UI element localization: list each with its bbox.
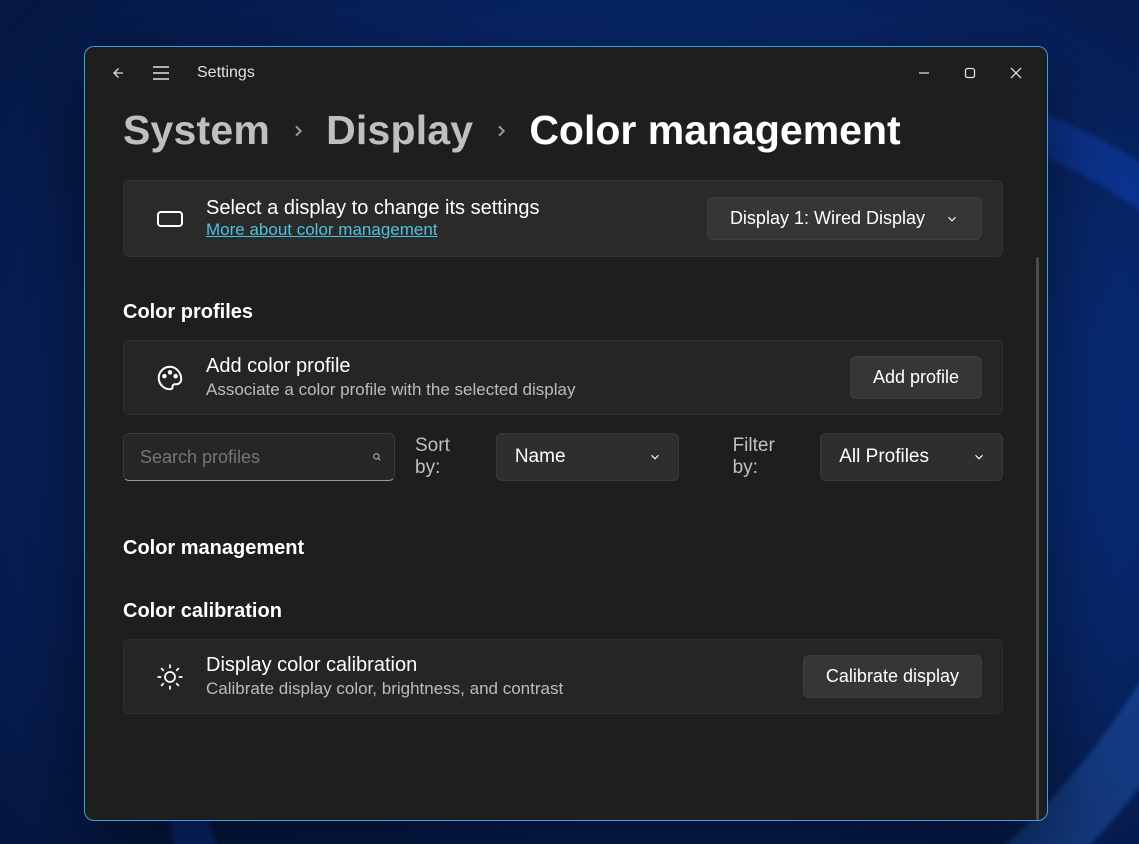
calibration-subtitle: Calibrate display color, brightness, and…	[206, 679, 803, 699]
sort-by-value: Name	[515, 446, 566, 468]
maximize-icon	[964, 67, 976, 79]
calibration-title: Display color calibration	[206, 654, 803, 677]
display-selector-card: Select a display to change its settings …	[123, 180, 1003, 257]
sort-by-dropdown[interactable]: Name	[496, 433, 679, 481]
sort-by-label: Sort by:	[415, 435, 476, 479]
filters-row: Sort by: Name Filter by: All Profiles	[123, 433, 1003, 481]
close-icon	[1010, 67, 1022, 79]
display-icon	[156, 208, 184, 230]
brightness-icon	[155, 662, 185, 692]
app-title: Settings	[197, 64, 255, 82]
display-card-title: Select a display to change its settings	[206, 197, 707, 220]
filter-by-label: Filter by:	[733, 435, 801, 479]
breadcrumb-display[interactable]: Display	[326, 107, 473, 154]
chevron-right-icon	[290, 121, 306, 141]
filter-by-dropdown[interactable]: All Profiles	[820, 433, 1003, 481]
color-calibration-heading: Color calibration	[123, 600, 1003, 623]
display-dropdown[interactable]: Display 1: Wired Display	[707, 197, 982, 240]
content-area: System Display Color management Select a…	[85, 99, 1047, 820]
chevron-down-icon	[648, 450, 662, 464]
breadcrumb: System Display Color management	[123, 107, 1003, 154]
breadcrumb-system[interactable]: System	[123, 107, 270, 154]
close-button[interactable]	[993, 53, 1039, 93]
search-profiles-field[interactable]	[140, 447, 372, 468]
chevron-right-icon	[493, 121, 509, 141]
search-icon	[372, 448, 382, 466]
hamburger-icon	[152, 66, 170, 80]
maximize-button[interactable]	[947, 53, 993, 93]
titlebar: Settings	[85, 47, 1047, 99]
search-profiles-input[interactable]	[123, 433, 395, 481]
arrow-left-icon	[108, 64, 126, 82]
filter-by-value: All Profiles	[839, 446, 929, 468]
minimize-button[interactable]	[901, 53, 947, 93]
calibrate-display-button[interactable]: Calibrate display	[803, 655, 982, 698]
chevron-down-icon	[972, 450, 986, 464]
add-profile-button-label: Add profile	[873, 367, 959, 388]
add-profile-subtitle: Associate a color profile with the selec…	[206, 380, 850, 400]
minimize-icon	[918, 67, 930, 79]
add-profile-button[interactable]: Add profile	[850, 356, 982, 399]
breadcrumb-current: Color management	[529, 107, 900, 154]
calibrate-display-label: Calibrate display	[826, 666, 959, 687]
more-about-color-link[interactable]: More about color management	[206, 220, 438, 239]
settings-window: Settings System Display Color management	[84, 46, 1048, 821]
add-profile-title: Add color profile	[206, 355, 850, 378]
display-calibration-card: Display color calibration Calibrate disp…	[123, 639, 1003, 714]
nav-menu-button[interactable]	[139, 53, 183, 93]
color-profiles-heading: Color profiles	[123, 301, 1003, 324]
add-color-profile-card: Add color profile Associate a color prof…	[123, 340, 1003, 415]
chevron-down-icon	[945, 212, 959, 226]
color-management-heading: Color management	[123, 537, 1003, 560]
back-button[interactable]	[95, 53, 139, 93]
display-dropdown-value: Display 1: Wired Display	[730, 208, 925, 229]
palette-icon	[155, 363, 185, 393]
vertical-scrollbar[interactable]	[1036, 257, 1039, 820]
